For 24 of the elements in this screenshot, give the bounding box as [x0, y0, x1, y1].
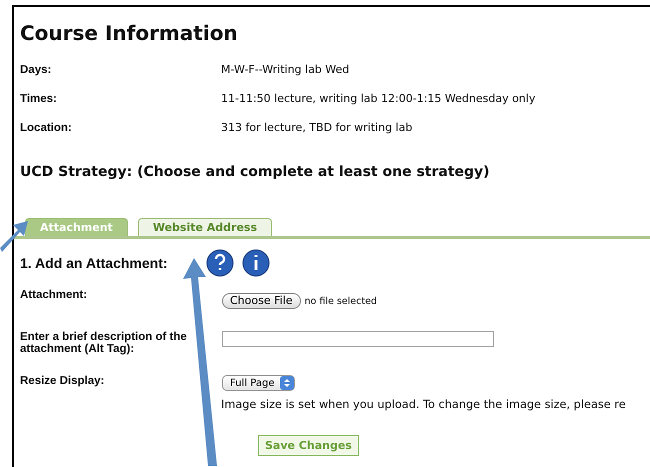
- file-status: no file selected: [304, 296, 377, 307]
- field-label: Days:: [20, 64, 52, 76]
- field-label: Location:: [20, 122, 73, 134]
- field-label: Times:: [20, 92, 58, 104]
- annotation-arrow: [0, 221, 28, 252]
- field-value: 11-11:50 lecture, writing lab 12:00-1:15 Wednesday only: [221, 92, 536, 105]
- resize-select[interactable]: Full Page: [222, 375, 294, 391]
- tab[interactable]: Attachment: [25, 218, 128, 236]
- choose-file-button[interactable]: Choose File: [222, 293, 301, 309]
- tab[interactable]: Website Address: [138, 218, 272, 236]
- page-title: Course Information: [20, 21, 239, 45]
- field-label: Attachment:: [20, 289, 88, 301]
- info-icon[interactable]: [242, 249, 270, 277]
- field-value: 313 for lecture, TBD for writing lab: [221, 121, 414, 134]
- description-input[interactable]: [222, 331, 494, 347]
- field-value: M-W-F--Writing lab Wed: [221, 63, 350, 76]
- save-button[interactable]: Save Changes: [258, 435, 359, 456]
- section-title: 1. Add an Attachment:: [20, 255, 169, 271]
- section-heading: UCD Strategy: (Choose and complete at least one strategy): [20, 163, 491, 182]
- size-note: Image size is set when you upload. To change the image size, please re: [221, 398, 627, 411]
- stepper-icon: [280, 376, 294, 390]
- help-icon[interactable]: [206, 249, 234, 277]
- field-label: Resize Display:: [20, 375, 106, 387]
- field-label: Enter a brief description of the attachment (Alt Tag):: [20, 331, 188, 355]
